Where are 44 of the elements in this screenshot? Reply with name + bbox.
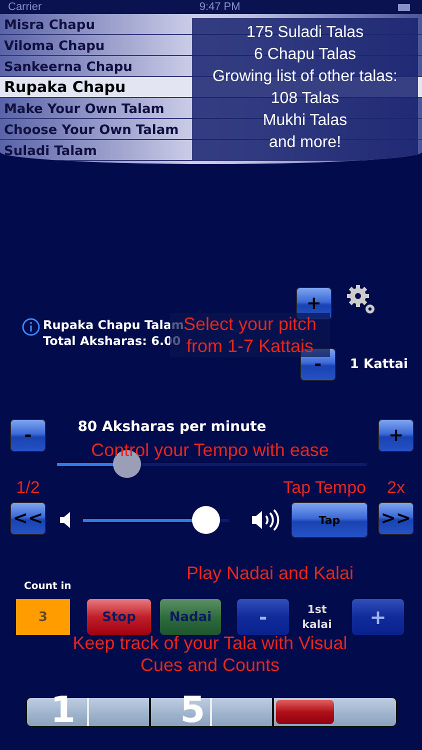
picker-item[interactable]: Make Your Own Talam [2, 100, 166, 120]
beat-count: 1 [49, 690, 77, 731]
battery-icon [398, 4, 410, 10]
nadai-button[interactable]: Nadai [160, 599, 221, 635]
promo-text: 175 Suladi Talas [245, 23, 365, 43]
kalai-label: 1st kalai [301, 602, 333, 632]
volume-thumb[interactable] [192, 506, 220, 534]
count-in-label: Count in [24, 581, 72, 592]
total-aksharas: Total Aksharas: 6.00 [43, 333, 182, 349]
kalai-minus-button[interactable]: - [237, 599, 289, 635]
info-icon[interactable] [22, 318, 40, 336]
tempo-caption: Control your Tempo with ease [90, 439, 330, 461]
speaker-low-icon [59, 511, 73, 529]
carrier-text: Carrier [8, 1, 42, 13]
promo-text: Mukhi Talas [262, 111, 348, 131]
promo-text: Growing list of other talas: [212, 67, 398, 87]
double-tempo-button[interactable]: >> [378, 502, 414, 535]
stop-button[interactable]: Stop [87, 599, 151, 635]
pitch-value: 1 Kattai [350, 357, 408, 372]
play-caption: Play Nadai and Kalai [185, 562, 355, 584]
picker-item[interactable]: Suladi Talam [2, 142, 99, 162]
settings-icon[interactable] [346, 284, 376, 316]
speaker-high-icon [251, 509, 281, 531]
tap-button[interactable]: Tap [291, 502, 368, 538]
promo-text: and more! [268, 133, 342, 153]
tempo-minus-button[interactable]: - [10, 419, 46, 452]
tala-name: Rupaka Chapu Talam [43, 317, 184, 333]
picker-item[interactable]: Sankeerna Chapu [2, 58, 134, 78]
picker-item[interactable]: Misra Chapu [2, 16, 97, 36]
half-tempo-button[interactable]: << [10, 502, 46, 535]
double-label: 2x [387, 478, 405, 498]
picker-item[interactable]: Viloma Chapu [2, 37, 107, 57]
count-in-button[interactable]: 3 [16, 599, 70, 635]
beat-count: 5 [179, 690, 206, 731]
clock-text: 9:47 PM [199, 1, 240, 13]
half-label: 1/2 [16, 478, 40, 498]
tap-caption: Tap Tempo [283, 478, 366, 498]
promo-text: 108 Talas [270, 89, 340, 109]
tempo-label: 80 Aksharas per minute [78, 419, 266, 435]
kalai-plus-button[interactable]: + [352, 599, 404, 635]
promo-text: 6 Chapu Talas [253, 45, 357, 65]
tempo-plus-button[interactable]: + [378, 419, 414, 452]
picker-item[interactable]: Choose Your Own Talam [2, 121, 181, 141]
beats-caption: Keep track of your Tala with Visual Cues and Counts [72, 632, 348, 676]
